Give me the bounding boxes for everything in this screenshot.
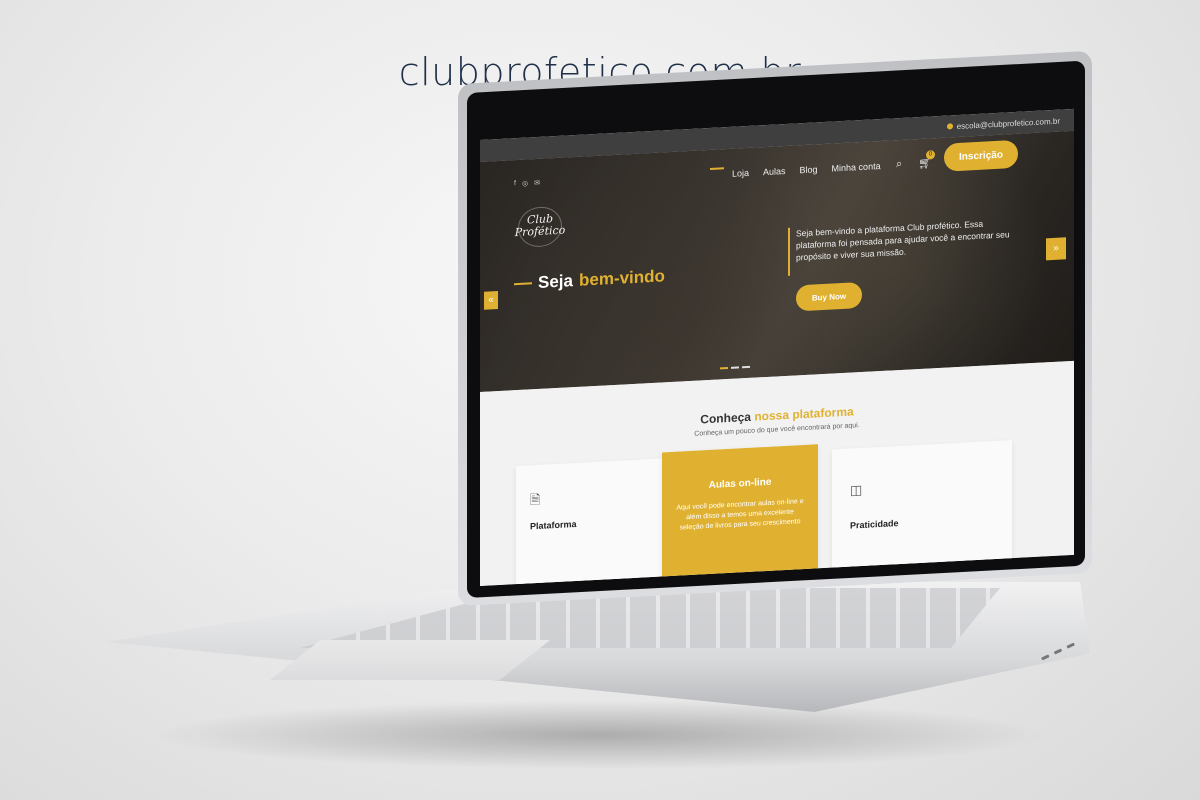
facebook-icon[interactable]: f [514,180,516,188]
card-label: Praticidade [850,518,899,531]
card-text: Aqui você pode encontrar aulas on-line e… [676,498,804,532]
feature-card-aulas-online[interactable]: Aulas on-line Aqui você pode encontrar a… [662,444,818,586]
slider-next-arrow-icon[interactable]: » [1046,237,1066,261]
hero-slider: f ◎ ✉ Loja Aulas Blog Minha conta ⌕ 🛒︎ 0… [480,130,1074,392]
social-links: f ◎ ✉ [514,179,540,188]
inscricao-button[interactable]: Inscrição [944,139,1018,172]
card-label: Plataforma [530,518,577,532]
site-logo[interactable]: Club Profético [514,205,566,250]
slider-prev-arrow-icon[interactable]: « [484,291,498,310]
mail-icon[interactable]: ✉ [534,179,540,187]
intro-accent-bar [788,227,790,276]
laptop-shadow [150,700,1050,770]
mail-dot-icon [946,123,953,130]
layout-icon: ◫ [850,481,863,498]
slider-dot[interactable] [742,365,750,369]
topbar-email[interactable]: escola@clubprofetico.com.br [957,116,1060,130]
instagram-icon[interactable]: ◎ [522,179,528,187]
menu-item-aulas[interactable]: Aulas [763,166,786,177]
menu-item-blog[interactable]: Blog [800,164,818,175]
feature-card-praticidade[interactable]: ◫ Praticidade [832,440,1012,580]
slider-dot[interactable] [720,367,728,370]
menu-item-loja[interactable]: Loja [732,168,749,179]
feature-card-plataforma[interactable]: 🗎︎ Plataforma [516,458,666,586]
laptop-screen: escola@clubprofetico.com.br f ◎ ✉ Loja A… [480,108,1074,586]
headline-accent-bar [514,282,532,286]
slider-dot[interactable] [731,366,739,369]
section-title-part-1: Conheça [700,409,751,427]
card-title: Aulas on-line [708,476,772,492]
search-icon[interactable]: ⌕ [896,158,902,171]
buy-now-button[interactable]: Buy Now [796,281,862,312]
section-title-part-2: nossa plataforma [754,404,854,424]
headline-word-1: Seja [538,271,573,292]
platform-section: Conheça nossa plataforma Conheça um pouc… [480,360,1074,586]
logo-circle [518,205,562,249]
document-icon: 🗎︎ [530,491,541,508]
